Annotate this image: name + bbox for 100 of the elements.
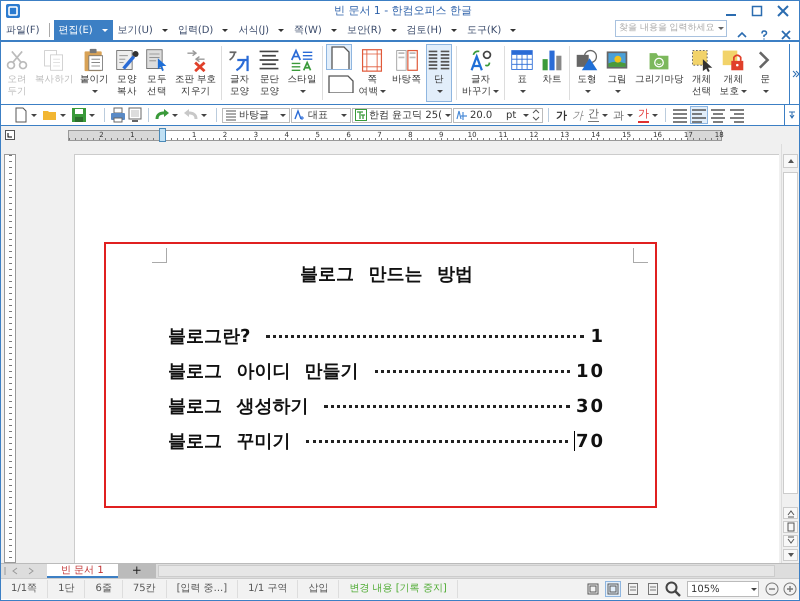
ribbon-button[interactable]: 글자 모양 xyxy=(226,44,252,102)
printer-icon[interactable] xyxy=(110,107,126,123)
pin-icon[interactable] xyxy=(788,111,796,119)
toc-entry: 블로그란? xyxy=(168,325,250,348)
font-dropdown[interactable]: 한컴 윤고딕 25( xyxy=(352,108,452,122)
spin-icon xyxy=(532,108,540,122)
page-number: 70 xyxy=(576,431,605,452)
tab-stop-icon[interactable] xyxy=(5,130,15,140)
app-icon[interactable] xyxy=(5,2,21,18)
ribbon-button[interactable]: 차트 xyxy=(539,44,566,102)
ribbon-button[interactable]: 글자 바꾸기 xyxy=(461,44,500,102)
menu-item[interactable]: 파일(F) xyxy=(1,20,45,40)
vertical-ruler[interactable] xyxy=(4,154,16,563)
margin-icon xyxy=(360,48,384,72)
replace-icon xyxy=(468,48,493,72)
format-button[interactable]: 과 xyxy=(611,108,635,122)
ribbon-button[interactable]: 문단 모양 xyxy=(256,44,282,102)
status-item: 삽입 xyxy=(298,580,340,598)
ribbon-button[interactable]: 붙이기 xyxy=(78,44,110,102)
language-dropdown[interactable]: 대표 xyxy=(291,108,351,122)
vertical-scrollbar[interactable] xyxy=(781,144,799,563)
new-tab-button[interactable]: + xyxy=(118,564,156,578)
status-item: 6줄 xyxy=(85,580,123,598)
next-page-icon[interactable] xyxy=(783,535,798,547)
status-item: 1/1쪽 xyxy=(1,580,48,598)
menu-item[interactable]: 보안(R) xyxy=(342,20,402,40)
ribbon-button[interactable]: 바탕쪽 xyxy=(390,44,422,102)
document-tab[interactable]: 빈 문서 1 xyxy=(47,564,118,578)
prev-page-icon[interactable] xyxy=(783,507,798,519)
format-button[interactable]: 가 xyxy=(636,108,660,122)
menu-item[interactable]: 도구(K) xyxy=(462,20,522,40)
font-icon xyxy=(355,109,367,121)
ribbon-button[interactable]: 문 xyxy=(752,44,778,102)
format-button[interactable]: 가 xyxy=(570,108,585,122)
ribbon-button[interactable]: 개체 보호 xyxy=(718,44,748,102)
full-view-icon[interactable] xyxy=(585,581,601,597)
margin-mark xyxy=(152,248,167,263)
zoom-in-icon[interactable] xyxy=(783,582,797,596)
toc-entry: 블로그 아이디 만들기 xyxy=(168,360,359,383)
close-icon[interactable] xyxy=(781,30,791,40)
ribbon-button[interactable]: 도형 xyxy=(574,44,600,102)
menu-item[interactable]: 검토(H) xyxy=(402,20,462,40)
close-icon[interactable] xyxy=(777,4,789,16)
monitor-icon[interactable] xyxy=(127,107,143,123)
page-icon[interactable] xyxy=(326,44,352,70)
indent-marker[interactable] xyxy=(159,128,166,142)
menu-item[interactable]: 입력(D) xyxy=(172,20,234,40)
ribbon-button[interactable]: 그리기마당 xyxy=(634,44,685,102)
page-icon[interactable] xyxy=(783,521,798,533)
help-icon[interactable] xyxy=(759,30,769,40)
save-icon[interactable] xyxy=(71,107,87,123)
bar-chart-icon xyxy=(540,48,564,72)
left-align-icon[interactable] xyxy=(690,106,708,124)
status-item: [입력 중...] xyxy=(166,580,238,598)
shapes-icon xyxy=(575,48,600,72)
lock-icon xyxy=(721,48,746,72)
format-button[interactable]: 간 xyxy=(586,108,610,122)
ribbon-button[interactable]: 모두 선택 xyxy=(144,44,170,102)
ribbon-button[interactable]: 조판 부호 지우기 xyxy=(174,44,218,102)
style-dropdown[interactable]: 바탕글 xyxy=(222,108,290,122)
ribbon-button[interactable]: 표 xyxy=(509,44,536,102)
style-icon xyxy=(290,48,314,72)
expand-icon[interactable] xyxy=(792,70,799,78)
search-field[interactable]: 찾을 내용을 입력하세요. xyxy=(615,20,727,36)
menu-item[interactable]: 서식(J) xyxy=(233,20,290,40)
ribbon-button[interactable]: 쪽 여백 xyxy=(358,44,387,102)
toc-entry: 블로그 꾸미기 xyxy=(168,430,290,453)
table-icon xyxy=(510,48,534,72)
scroll-thumb[interactable] xyxy=(783,172,798,494)
collapse-icon[interactable] xyxy=(737,30,747,40)
scissors-icon xyxy=(5,48,29,72)
page-view-icon[interactable] xyxy=(605,581,621,597)
font-size-icon xyxy=(456,109,468,121)
status-item: 75칸 xyxy=(122,580,167,598)
document-title: 블로그 만드는 방법 xyxy=(299,263,474,286)
page-number: 30 xyxy=(576,396,605,417)
menu-item[interactable]: 쪽(W) xyxy=(289,20,342,40)
ribbon-button[interactable]: 모양 복사 xyxy=(114,44,140,102)
menu-item[interactable]: 편집(E) xyxy=(54,20,113,40)
zoom-out-icon[interactable] xyxy=(765,582,779,596)
zoom-icon[interactable] xyxy=(665,581,681,597)
status-item: 1단 xyxy=(48,580,86,598)
ribbon-button[interactable]: 단 xyxy=(426,44,452,102)
zoom-dropdown[interactable]: 105% xyxy=(687,581,759,597)
maximize-icon[interactable] xyxy=(751,4,763,16)
menu-item[interactable]: 보기(U) xyxy=(112,20,173,40)
page-number: 1 xyxy=(590,326,605,347)
object-select-icon xyxy=(690,48,714,72)
new-document-icon[interactable] xyxy=(13,107,29,123)
master-page-icon xyxy=(394,48,419,72)
font-size-field[interactable]: 20.0 pt xyxy=(453,108,543,122)
ribbon-button[interactable]: 그림 xyxy=(604,44,630,102)
scroll-up-icon[interactable] xyxy=(783,154,798,168)
format-button[interactable]: 가 xyxy=(554,108,569,122)
ribbon-button[interactable]: 개체 선택 xyxy=(688,44,715,102)
scroll-down-icon[interactable] xyxy=(783,549,798,561)
normal-view-icon[interactable] xyxy=(625,581,641,597)
outline-view-icon[interactable] xyxy=(645,581,661,597)
ribbon-button[interactable]: 스타일 xyxy=(286,44,318,102)
horizontal-scrollbar[interactable] xyxy=(158,565,775,577)
